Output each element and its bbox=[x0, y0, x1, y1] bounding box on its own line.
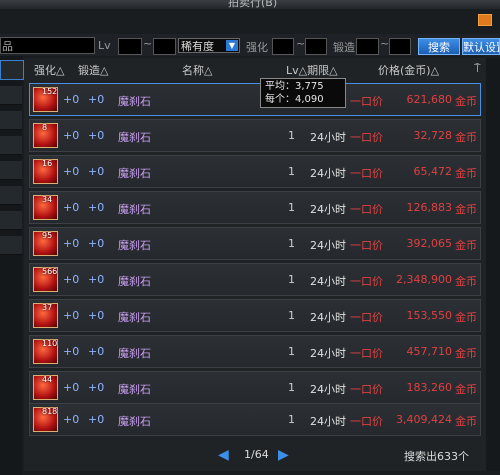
magic-stone-icon: 110 bbox=[33, 339, 58, 364]
strengthen-filter-label: 强化 bbox=[246, 41, 268, 54]
sidebar-item[interactable] bbox=[0, 161, 22, 180]
strengthen-min-input[interactable] bbox=[272, 38, 294, 55]
search-button[interactable]: 搜索 bbox=[418, 38, 460, 55]
header-name[interactable]: 名称△ bbox=[182, 62, 212, 78]
header-forge[interactable]: 锻造△ bbox=[78, 62, 108, 78]
page-indicator: 1/64 bbox=[244, 448, 269, 461]
table-row[interactable]: 16 +0 +0 魔刹石 1 24小时 一口价 65,472 金币 bbox=[29, 155, 481, 188]
category-label: 品 bbox=[2, 40, 13, 53]
right-edge-panel bbox=[486, 58, 500, 471]
header-lv-term[interactable]: Lv△期限△ bbox=[286, 62, 338, 78]
forge-filter-label: 锻造 bbox=[333, 41, 355, 54]
pin-icon[interactable]: ⍑ bbox=[474, 62, 481, 76]
header-strengthen[interactable]: 强化△ bbox=[34, 62, 64, 78]
table-row[interactable]: 152 +0 +0 魔刹石 一口价 621,680 金币 bbox=[29, 83, 481, 116]
forge-max-input[interactable] bbox=[389, 38, 411, 55]
magic-stone-icon: 95 bbox=[33, 231, 58, 256]
table-row[interactable]: 95 +0 +0 魔刹石 1 24小时 一口价 392,065 金币 bbox=[29, 227, 481, 260]
magic-stone-icon: 16 bbox=[33, 159, 58, 184]
magic-stone-icon: 818 bbox=[33, 407, 58, 432]
default-settings-button[interactable]: 默认设置 bbox=[462, 38, 500, 55]
sidebar-item[interactable] bbox=[0, 111, 22, 130]
rarity-select[interactable]: 稀有度 ▼ bbox=[178, 38, 240, 53]
table-row[interactable]: 818 +0 +0 魔刹石 1 24小时 一口价 3,409,424 金币 bbox=[29, 403, 481, 436]
table-row[interactable]: 37 +0 +0 魔刹石 1 24小时 一口价 153,550 金币 bbox=[29, 299, 481, 332]
next-page-icon[interactable]: ▶ bbox=[278, 447, 292, 463]
chevron-down-icon[interactable]: ▼ bbox=[226, 40, 238, 51]
tooltip-each: 每个：4,090 bbox=[265, 94, 324, 105]
magic-stone-icon: 8 bbox=[33, 123, 58, 148]
strengthen-max-input[interactable] bbox=[305, 38, 327, 55]
table-row[interactable]: 8 +0 +0 魔刹石 1 24小时 一口价 32,728 金币 bbox=[29, 119, 481, 152]
lv-tilde: ~ bbox=[143, 37, 153, 50]
pagination: ◀ 1/64 ▶ bbox=[216, 446, 296, 464]
sidebar-item[interactable] bbox=[0, 136, 22, 155]
price-tooltip: 平均：3,775 每个：4,090 bbox=[260, 78, 346, 108]
magic-stone-icon: 37 bbox=[33, 303, 58, 328]
magic-stone-icon: 566 bbox=[33, 267, 58, 292]
forge-tilde: ~ bbox=[380, 37, 390, 50]
sidebar-item[interactable] bbox=[0, 60, 24, 80]
header-price[interactable]: 价格(金币)△ bbox=[378, 62, 439, 78]
strengthen-tilde: ~ bbox=[296, 37, 306, 50]
tooltip-average: 平均：3,775 bbox=[265, 81, 324, 92]
rarity-selected-value: 稀有度 bbox=[181, 40, 214, 53]
result-count: 搜索出633个 bbox=[404, 450, 469, 463]
table-row[interactable]: 110 +0 +0 魔刹石 1 24小时 一口价 457,710 金币 bbox=[29, 335, 481, 368]
item-search-input[interactable]: 品 bbox=[0, 37, 95, 54]
lv-min-input[interactable] bbox=[118, 38, 142, 55]
table-row[interactable]: 566 +0 +0 魔刹石 1 24小时 一口价 2,348,900 金币 bbox=[29, 263, 481, 296]
lv-max-input[interactable] bbox=[153, 38, 176, 55]
title-bar: 拍卖行(B) bbox=[0, 0, 500, 9]
sidebar-item[interactable] bbox=[0, 186, 22, 205]
lv-label: Lv bbox=[98, 39, 111, 52]
sidebar-item[interactable] bbox=[0, 236, 22, 255]
sidebar-item[interactable] bbox=[0, 211, 22, 230]
shop-icon[interactable] bbox=[478, 14, 492, 26]
prev-page-icon[interactable]: ◀ bbox=[218, 447, 232, 463]
sidebar-item[interactable] bbox=[0, 86, 22, 105]
table-row[interactable]: 44 +0 +0 魔刹石 1 24小时 一口价 183,260 金币 bbox=[29, 371, 481, 404]
category-sidebar bbox=[0, 56, 24, 475]
forge-min-input[interactable] bbox=[356, 38, 379, 55]
magic-stone-icon: 152 bbox=[33, 87, 58, 112]
table-header: 强化△ 锻造△ 名称△ Lv△期限△ 价格(金币)△ ⍑ bbox=[28, 62, 484, 78]
window-title: 拍卖行(B) bbox=[228, 0, 278, 9]
magic-stone-icon: 44 bbox=[33, 375, 58, 400]
table-row[interactable]: 34 +0 +0 魔刹石 1 24小时 一口价 126,883 金币 bbox=[29, 191, 481, 224]
magic-stone-icon: 34 bbox=[33, 195, 58, 220]
